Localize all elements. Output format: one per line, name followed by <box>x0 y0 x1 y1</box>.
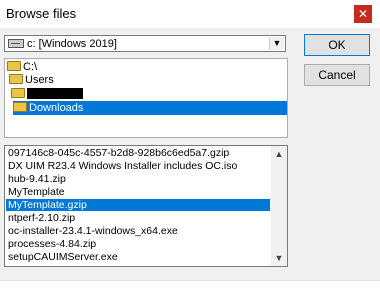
close-button[interactable]: ✕ <box>354 5 372 23</box>
scroll-down-icon[interactable]: ▼ <box>271 251 287 265</box>
drive-icon <box>8 39 24 48</box>
file-item[interactable]: DX UIM R23.4 Windows Installer includes … <box>6 160 270 172</box>
dialog-body: c: [Windows 2019] ▼ OK Cancel C:\ Users … <box>0 28 380 280</box>
file-item-selected[interactable]: MyTemplate.gzip <box>6 199 270 211</box>
file-list-scrollbar[interactable]: ▲ ▼ <box>271 146 287 266</box>
file-item[interactable]: MyTemplate <box>6 186 270 198</box>
file-item[interactable]: hub-9.41.zip <box>6 173 270 185</box>
folder-item[interactable] <box>11 87 83 101</box>
drive-select[interactable]: c: [Windows 2019] ▼ <box>4 35 286 52</box>
file-list[interactable]: 097146c8-045c-4557-b2d8-928b6c6ed5a7.gzi… <box>4 145 288 267</box>
redacted-folder-name <box>27 88 83 99</box>
folder-item-downloads[interactable]: Downloads <box>13 101 287 115</box>
open-folder-icon <box>11 88 25 98</box>
open-folder-icon <box>9 74 23 84</box>
ok-button[interactable]: OK <box>304 34 370 56</box>
cancel-button[interactable]: Cancel <box>304 64 370 86</box>
close-icon: ✕ <box>357 7 369 21</box>
folder-tree[interactable]: C:\ Users Downloads <box>4 58 288 138</box>
file-item[interactable]: processes-4.84.zip <box>6 238 270 250</box>
folder-label: Users <box>25 74 54 86</box>
chevron-down-icon[interactable]: ▼ <box>269 37 284 50</box>
scroll-up-icon[interactable]: ▲ <box>271 147 287 161</box>
folder-label: C:\ <box>23 61 38 73</box>
file-item[interactable]: setupCAUIMServer.exe <box>6 251 270 263</box>
folder-item[interactable]: Users <box>9 73 54 87</box>
drive-select-value: c: [Windows 2019] <box>27 38 117 50</box>
file-item[interactable]: oc-installer-23.4.1-windows_x64.exe <box>6 225 270 237</box>
folder-item[interactable]: C:\ <box>7 60 37 74</box>
title-bar: Browse files ✕ <box>0 0 380 28</box>
open-folder-icon <box>7 61 21 71</box>
window-title: Browse files <box>6 6 77 21</box>
folder-icon <box>13 102 27 112</box>
dialog-footer <box>0 280 380 295</box>
file-item[interactable]: ntperf-2.10.zip <box>6 212 270 224</box>
folder-label: Downloads <box>29 102 84 114</box>
file-item[interactable]: 097146c8-045c-4557-b2d8-928b6c6ed5a7.gzi… <box>6 147 270 159</box>
